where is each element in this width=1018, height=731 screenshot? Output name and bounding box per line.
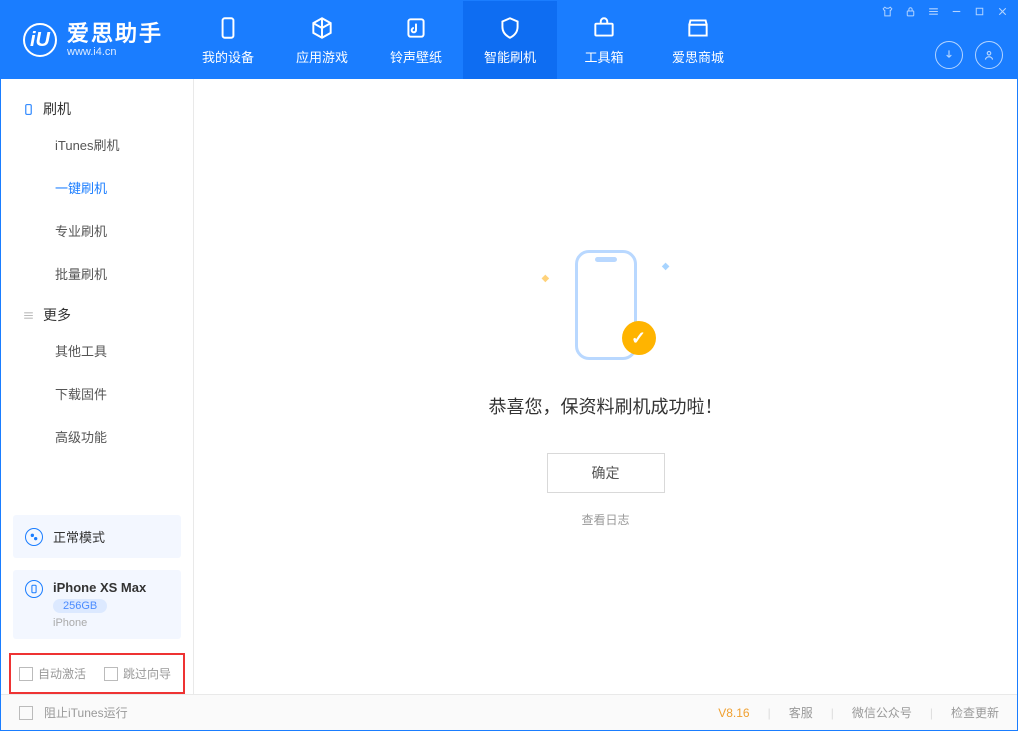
app-window: iU 爱思助手 www.i4.cn 我的设备 应用游戏 铃声壁纸 智能刷机 — [0, 0, 1018, 731]
store-icon — [685, 15, 711, 41]
shield-icon — [497, 15, 523, 41]
statusbar: 阻止iTunes运行 V8.16 | 客服 | 微信公众号 | 检查更新 — [1, 694, 1017, 730]
titlebar-actions — [935, 41, 1003, 69]
tab-my-device[interactable]: 我的设备 — [181, 1, 275, 79]
tab-toolbox[interactable]: 工具箱 — [557, 1, 651, 79]
check-update-link[interactable]: 检查更新 — [951, 704, 999, 721]
support-link[interactable]: 客服 — [789, 704, 813, 721]
sidebar-item-batch-flash[interactable]: 批量刷机 — [1, 252, 193, 295]
phone-icon — [21, 102, 35, 116]
sparkle-icon: ◆ — [542, 273, 550, 284]
device-type: iPhone — [53, 617, 146, 629]
toolbox-icon — [591, 15, 617, 41]
window-controls-top — [881, 5, 1009, 18]
device-icon — [215, 15, 241, 41]
logo-area: iU 爱思助手 www.i4.cn — [1, 1, 181, 79]
checkbox-skip-guide[interactable]: 跳过向导 — [104, 665, 171, 682]
device-name: iPhone XS Max — [53, 580, 146, 595]
checkbox-auto-activate[interactable]: 自动激活 — [19, 665, 86, 682]
sparkle-icon: ◆ — [662, 261, 670, 272]
checkbox-icon — [19, 667, 33, 681]
user-button[interactable] — [975, 41, 1003, 69]
view-log-link[interactable]: 查看日志 — [581, 511, 629, 528]
minimize-button[interactable] — [950, 5, 963, 18]
menu-icon[interactable] — [927, 5, 940, 18]
tab-smart-flash[interactable]: 智能刷机 — [463, 1, 557, 79]
main-content: ◆ ◆ ✓ 恭喜您，保资料刷机成功啦！ 确定 查看日志 — [194, 79, 1017, 694]
wechat-link[interactable]: 微信公众号 — [852, 704, 912, 721]
tab-apps[interactable]: 应用游戏 — [275, 1, 369, 79]
app-title: 爱思助手 — [67, 22, 163, 46]
tab-store[interactable]: 爱思商城 — [651, 1, 745, 79]
music-icon — [403, 15, 429, 41]
options-highlight-box: 自动激活 跳过向导 — [9, 653, 185, 694]
cube-icon — [309, 15, 335, 41]
sidebar-item-download-fw[interactable]: 下载固件 — [1, 372, 193, 415]
device-capacity: 256GB — [53, 599, 107, 613]
body: 刷机 iTunes刷机 一键刷机 专业刷机 批量刷机 更多 其他工具 下载固件 … — [1, 79, 1017, 694]
checkbox-block-itunes[interactable]: 阻止iTunes运行 — [19, 704, 128, 721]
mode-card[interactable]: 正常模式 — [13, 515, 181, 558]
device-card[interactable]: iPhone XS Max 256GB iPhone — [13, 570, 181, 639]
logo-icon: iU — [23, 23, 57, 57]
sidebar-item-itunes-flash[interactable]: iTunes刷机 — [1, 123, 193, 166]
checkbox-icon — [104, 667, 118, 681]
sidebar-group-flash: 刷机 — [1, 89, 193, 123]
device-icon — [25, 580, 43, 598]
sidebar: 刷机 iTunes刷机 一键刷机 专业刷机 批量刷机 更多 其他工具 下载固件 … — [1, 79, 194, 694]
maximize-button[interactable] — [973, 5, 986, 18]
shirt-icon[interactable] — [881, 5, 894, 18]
lock-icon[interactable] — [904, 5, 917, 18]
titlebar: iU 爱思助手 www.i4.cn 我的设备 应用游戏 铃声壁纸 智能刷机 — [1, 1, 1017, 79]
sidebar-item-pro-flash[interactable]: 专业刷机 — [1, 209, 193, 252]
sidebar-item-other-tools[interactable]: 其他工具 — [1, 329, 193, 372]
check-badge-icon: ✓ — [622, 321, 656, 355]
list-icon — [21, 308, 35, 322]
download-button[interactable] — [935, 41, 963, 69]
sidebar-group-more: 更多 — [1, 295, 193, 329]
checkbox-icon — [19, 706, 33, 720]
success-message: 恭喜您，保资料刷机成功啦！ — [489, 393, 723, 419]
ok-button[interactable]: 确定 — [547, 453, 665, 493]
mode-icon — [25, 528, 43, 546]
sidebar-item-one-click-flash[interactable]: 一键刷机 — [1, 166, 193, 209]
app-subtitle: www.i4.cn — [67, 46, 163, 58]
success-illustration: ◆ ◆ ✓ — [546, 245, 666, 365]
close-button[interactable] — [996, 5, 1009, 18]
sidebar-item-advanced[interactable]: 高级功能 — [1, 415, 193, 458]
version-label: V8.16 — [718, 706, 749, 720]
mode-label: 正常模式 — [53, 527, 105, 546]
tab-ringtones[interactable]: 铃声壁纸 — [369, 1, 463, 79]
